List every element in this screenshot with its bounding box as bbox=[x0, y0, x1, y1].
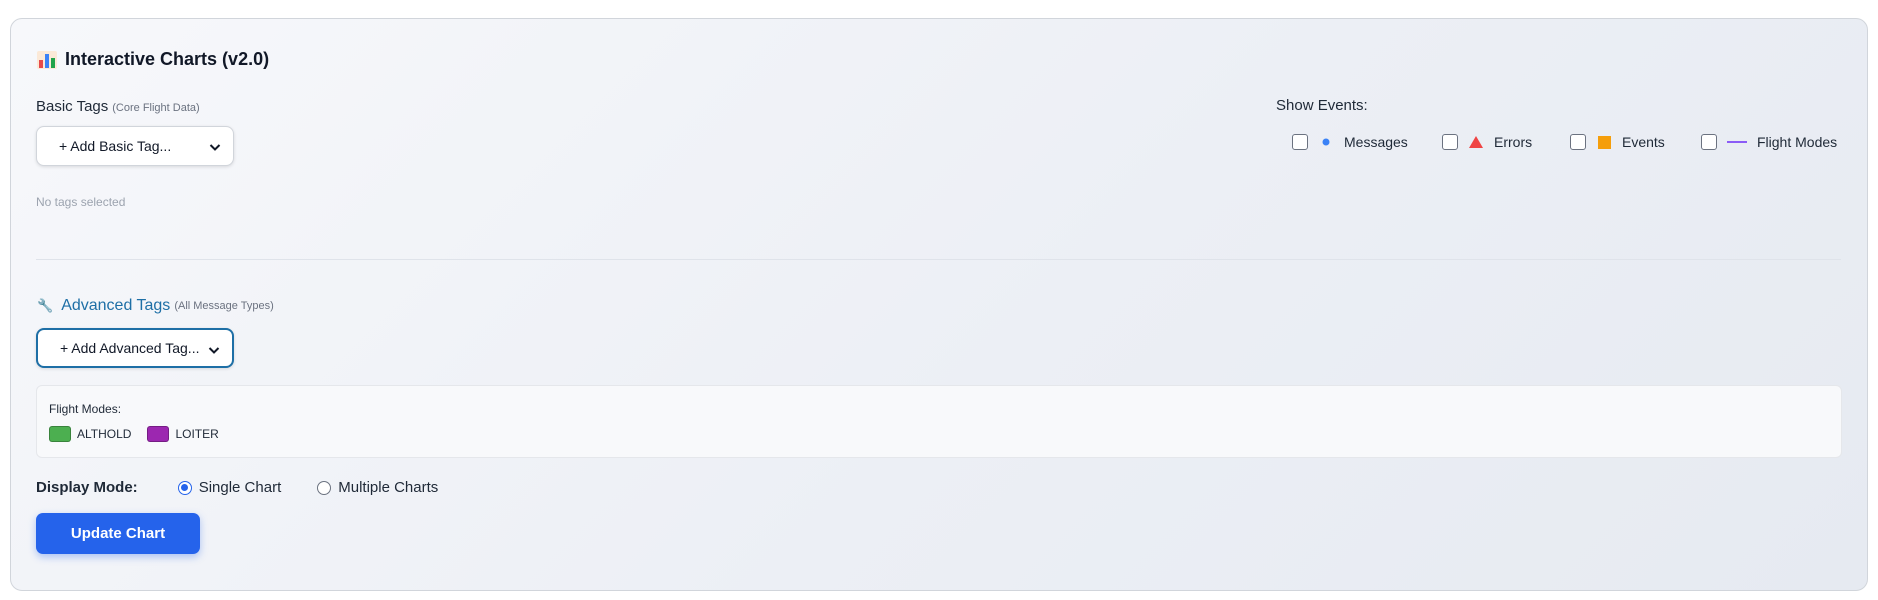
square-icon bbox=[1596, 134, 1612, 150]
basic-tags-sublabel: (Core Flight Data) bbox=[112, 102, 200, 114]
wrench-icon: 🔧 bbox=[37, 298, 54, 313]
advanced-tags-sublabel: (All Message Types) bbox=[174, 300, 274, 312]
flight-mode-althold: ALTHOLD bbox=[77, 427, 132, 441]
events-label: Events bbox=[1622, 134, 1665, 150]
advanced-tags-label: 🔧 Advanced Tags (All Message Types) bbox=[37, 297, 274, 315]
events-checkbox[interactable] bbox=[1570, 134, 1586, 150]
errors-checkbox[interactable] bbox=[1442, 134, 1458, 150]
line-icon bbox=[1727, 134, 1747, 150]
event-toggle-messages[interactable]: Messages bbox=[1292, 134, 1408, 150]
bar-chart-icon bbox=[37, 50, 57, 69]
event-toggle-errors[interactable]: Errors bbox=[1442, 134, 1532, 150]
flight-modes-box: Flight Modes: ALTHOLD LOITER bbox=[36, 385, 1842, 458]
flight-modes-checkbox[interactable] bbox=[1701, 134, 1717, 150]
basic-tags-label: Basic Tags (Core Flight Data) bbox=[36, 98, 200, 115]
chevron-down-icon bbox=[208, 347, 220, 354]
single-chart-radio[interactable] bbox=[177, 480, 192, 495]
multiple-charts-radio[interactable] bbox=[317, 480, 332, 495]
flight-modes-list: ALTHOLD LOITER bbox=[49, 426, 219, 442]
event-toggle-events[interactable]: Events bbox=[1570, 134, 1665, 150]
single-chart-option[interactable]: Single Chart bbox=[177, 479, 282, 496]
dot-icon bbox=[1318, 134, 1334, 150]
advanced-tag-select[interactable]: + Add Advanced Tag... bbox=[36, 328, 234, 368]
panel-title-text: Interactive Charts (v2.0) bbox=[65, 49, 270, 69]
messages-checkbox[interactable] bbox=[1292, 134, 1308, 150]
althold-swatch bbox=[49, 426, 71, 442]
interactive-charts-panel: Interactive Charts (v2.0) Basic Tags (Cor… bbox=[10, 18, 1868, 591]
loiter-swatch bbox=[147, 426, 170, 442]
section-divider bbox=[36, 259, 1841, 260]
flight-modes-label: Flight Modes bbox=[1757, 134, 1838, 150]
advanced-tags-label-text: Advanced Tags bbox=[61, 297, 171, 314]
chevron-down-icon bbox=[209, 144, 221, 151]
multiple-charts-option[interactable]: Multiple Charts bbox=[317, 479, 438, 496]
show-events-label: Show Events: bbox=[1276, 97, 1368, 114]
flight-modes-title: Flight Modes: bbox=[49, 402, 122, 416]
basic-tag-select[interactable]: + Add Basic Tag... bbox=[36, 126, 234, 166]
flight-mode-loiter: LOITER bbox=[175, 427, 219, 441]
panel-title: Interactive Charts (v2.0) bbox=[37, 49, 269, 70]
display-mode-group: Display Mode: Single Chart Multiple Char… bbox=[36, 479, 474, 496]
single-chart-label: Single Chart bbox=[198, 479, 282, 496]
multiple-charts-label: Multiple Charts bbox=[338, 479, 439, 496]
no-tags-note: No tags selected bbox=[36, 195, 126, 209]
event-toggle-flight-modes[interactable]: Flight Modes bbox=[1701, 134, 1837, 150]
errors-label: Errors bbox=[1494, 134, 1533, 150]
display-mode-label: Display Mode: bbox=[36, 479, 138, 496]
triangle-icon bbox=[1468, 134, 1484, 150]
update-chart-button[interactable]: Update Chart bbox=[36, 513, 200, 554]
messages-label: Messages bbox=[1344, 134, 1408, 150]
